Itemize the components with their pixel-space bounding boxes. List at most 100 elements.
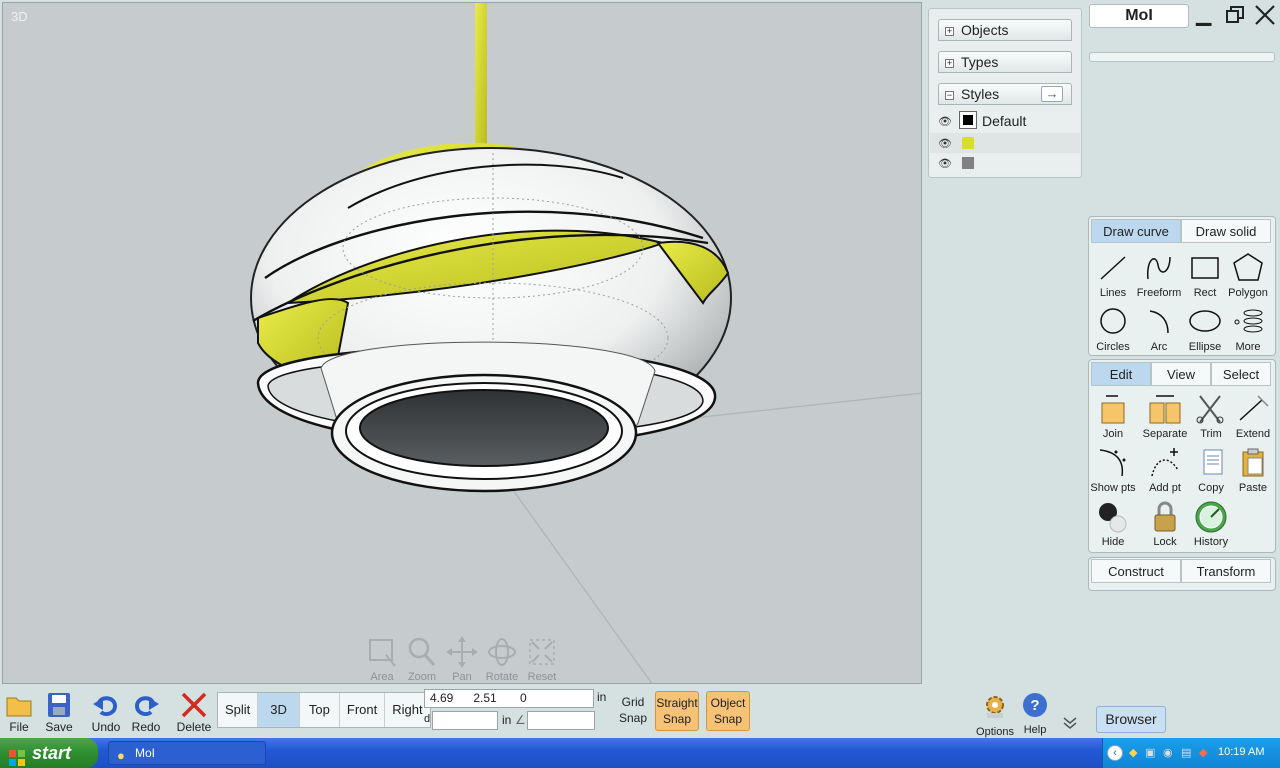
view-right-button[interactable]: Right — [385, 693, 430, 727]
tab-draw-solid[interactable]: Draw solid — [1181, 219, 1271, 243]
tab-construct[interactable]: Construct — [1091, 559, 1181, 583]
tab-transform[interactable]: Transform — [1181, 559, 1271, 583]
browser-button[interactable]: Browser — [1096, 706, 1166, 733]
view-3d-button[interactable]: 3D — [258, 693, 300, 727]
tab-view[interactable]: View — [1151, 362, 1211, 386]
join-command[interactable]: Join — [1089, 392, 1137, 440]
lines-label: Lines — [1099, 287, 1127, 299]
ellipse-command[interactable]: Ellipse — [1181, 305, 1229, 353]
more-command[interactable]: More — [1224, 305, 1272, 353]
construct-tabs: Construct Transform — [1091, 559, 1271, 583]
delete-button[interactable]: Delete — [176, 690, 212, 734]
save-disk-icon — [48, 693, 70, 717]
types-section-tab[interactable]: + Types — [938, 51, 1072, 73]
separate-label: Separate — [1142, 428, 1188, 440]
redo-label: Redo — [131, 720, 161, 734]
show-points-command[interactable]: Show pts — [1089, 446, 1137, 494]
device-icon[interactable]: ▤ — [1181, 746, 1191, 759]
styles-edit-arrow-icon[interactable]: → — [1041, 86, 1063, 102]
viewport-3d[interactable]: 3D Area Zoom Pan Rotate Reset — [2, 2, 922, 684]
rotate-button[interactable]: Rotate — [482, 635, 522, 683]
style-row-yellow[interactable]: 👁 — [930, 133, 1080, 153]
objects-section-tab[interactable]: + Objects — [938, 19, 1072, 41]
tab-select[interactable]: Select — [1211, 362, 1271, 386]
style-name: Default — [982, 113, 1027, 129]
arc-command[interactable]: Arc — [1135, 305, 1183, 353]
network-icon[interactable]: ▣ — [1145, 746, 1155, 759]
polygon-icon — [1231, 251, 1265, 285]
extend-command[interactable]: Extend — [1229, 392, 1277, 440]
reset-view-button[interactable]: Reset — [522, 635, 562, 683]
area-zoom-button[interactable]: Area — [362, 635, 402, 683]
delete-x-icon — [181, 692, 207, 718]
file-button[interactable]: File — [4, 690, 34, 734]
trim-label: Trim — [1200, 428, 1222, 440]
undo-button[interactable]: Undo — [90, 690, 122, 734]
grid-snap-label-line1: Grid — [621, 695, 645, 709]
polygon-command[interactable]: Polygon — [1224, 251, 1272, 299]
freeform-command[interactable]: Freeform — [1135, 251, 1183, 299]
circles-command[interactable]: Circles — [1089, 305, 1137, 353]
delete-label: Delete — [176, 720, 212, 734]
options-gear-icon — [986, 696, 1004, 718]
eye-icon[interactable]: 👁 — [938, 115, 952, 128]
tray-expand-chevron-icon[interactable]: ‹ — [1107, 745, 1123, 761]
rect-icon — [1188, 251, 1222, 285]
paste-command[interactable]: Paste — [1229, 446, 1277, 494]
redo-button[interactable]: Redo — [130, 690, 162, 734]
maximize-icon[interactable] — [1226, 6, 1244, 24]
styles-section-tab[interactable]: − Styles → — [938, 83, 1072, 105]
straight-snap-toggle[interactable]: Straight Snap — [655, 691, 699, 731]
angle-icon: ∠ — [515, 713, 526, 727]
trim-command[interactable]: Trim — [1187, 392, 1235, 440]
lock-label: Lock — [1153, 536, 1177, 548]
join-icon — [1096, 392, 1130, 426]
coordinate-input[interactable]: 4.69 2.51 0 — [424, 689, 594, 708]
pan-button[interactable]: Pan — [442, 635, 482, 683]
volume-icon[interactable]: ◉ — [1163, 746, 1173, 759]
start-label: start — [32, 743, 72, 763]
hide-command[interactable]: Hide — [1089, 500, 1137, 548]
eye-icon[interactable]: 👁 — [938, 137, 952, 150]
tab-edit[interactable]: Edit — [1091, 362, 1151, 386]
lamp-model-render[interactable] — [3, 3, 922, 684]
separate-command[interactable]: Separate — [1141, 392, 1189, 440]
save-button[interactable]: Save — [44, 690, 74, 734]
alert-shield-icon[interactable]: ◆ — [1199, 746, 1207, 759]
reset-view-icon — [526, 635, 558, 669]
progress-bar — [1089, 52, 1275, 62]
start-button[interactable]: start — [0, 738, 98, 768]
paste-icon — [1236, 446, 1270, 480]
ellipse-label: Ellipse — [1188, 341, 1222, 353]
double-chevron-down-icon[interactable] — [1062, 716, 1078, 730]
lock-icon — [1148, 500, 1182, 534]
style-swatch — [962, 137, 974, 149]
distance-input[interactable] — [432, 711, 498, 730]
options-button[interactable]: Options — [974, 692, 1016, 738]
style-row-default[interactable]: 👁 Default — [930, 111, 1080, 131]
app-title: MoI — [1089, 4, 1189, 28]
object-snap-toggle[interactable]: Object Snap — [706, 691, 750, 731]
style-row-gray[interactable]: 👁 — [930, 153, 1080, 173]
tab-draw-curve[interactable]: Draw curve — [1091, 219, 1181, 243]
eye-icon[interactable]: 👁 — [938, 157, 952, 170]
zoom-button[interactable]: Zoom — [402, 635, 442, 683]
close-icon[interactable] — [1254, 4, 1276, 26]
angle-input[interactable] — [527, 711, 595, 730]
view-top-button[interactable]: Top — [299, 693, 340, 727]
hide-icon — [1096, 500, 1130, 534]
view-split-button[interactable]: Split — [218, 693, 259, 727]
lock-command[interactable]: Lock — [1141, 500, 1189, 548]
lines-command[interactable]: Lines — [1089, 251, 1137, 299]
security-shield-icon[interactable]: ◆ — [1129, 746, 1137, 759]
add-point-command[interactable]: Add pt — [1141, 446, 1189, 494]
minimize-icon[interactable]: ▁ — [1196, 4, 1211, 26]
help-button[interactable]: ? Help — [1019, 692, 1051, 736]
history-command[interactable]: History — [1187, 500, 1235, 548]
taskbar-item-moi[interactable]: ● MoI — [108, 741, 266, 765]
copy-command[interactable]: Copy — [1187, 446, 1235, 494]
taskbar-item-label: MoI — [135, 746, 156, 760]
view-front-button[interactable]: Front — [339, 693, 386, 727]
grid-snap-toggle[interactable]: Grid Snap — [611, 691, 655, 731]
rect-command[interactable]: Rect — [1181, 251, 1229, 299]
